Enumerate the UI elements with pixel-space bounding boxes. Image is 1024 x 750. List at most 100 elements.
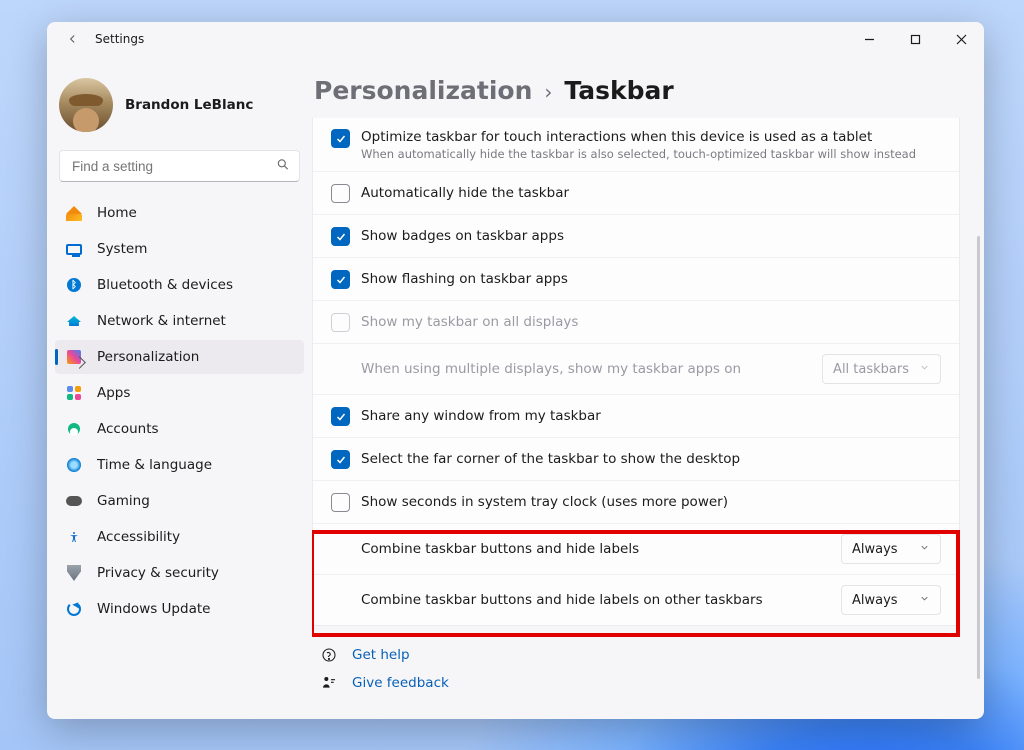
sidebar-item-label: Bluetooth & devices xyxy=(97,277,233,293)
search-input[interactable] xyxy=(59,150,300,182)
dropdown-value: Always xyxy=(852,542,898,557)
feedback-icon xyxy=(320,674,338,692)
privacy-icon xyxy=(65,564,83,582)
sidebar-item-bluetooth[interactable]: ᛒ Bluetooth & devices xyxy=(55,268,304,302)
sidebar-item-time[interactable]: Time & language xyxy=(55,448,304,482)
link-label: Give feedback xyxy=(352,675,449,691)
accessibility-icon xyxy=(65,528,83,546)
system-icon xyxy=(65,240,83,258)
taskbar-behaviors-card: Optimize taskbar for touch interactions … xyxy=(312,117,960,626)
minimize-button[interactable] xyxy=(846,22,892,56)
settings-window: Settings Brandon LeBlanc Home System xyxy=(47,22,984,719)
row-combine-other: Combine taskbar buttons and hide labels … xyxy=(313,575,959,625)
sidebar-item-accessibility[interactable]: Accessibility xyxy=(55,520,304,554)
checkbox-flashing[interactable] xyxy=(331,270,350,289)
sidebar-item-system[interactable]: System xyxy=(55,232,304,266)
footer-links: Get help Give feedback xyxy=(312,630,960,710)
dropdown-multiapps: All taskbars xyxy=(822,354,941,384)
sidebar-item-privacy[interactable]: Privacy & security xyxy=(55,556,304,590)
row-farcorner: Select the far corner of the taskbar to … xyxy=(313,438,959,481)
link-feedback[interactable]: Give feedback xyxy=(320,674,960,692)
sidebar-item-label: Gaming xyxy=(97,493,150,509)
row-autohide: Automatically hide the taskbar xyxy=(313,172,959,215)
sidebar-item-label: Apps xyxy=(97,385,130,401)
sidebar-item-gaming[interactable]: Gaming xyxy=(55,484,304,518)
settings-scroll[interactable]: Optimize taskbar for touch interactions … xyxy=(312,117,960,719)
checkbox-sharewin[interactable] xyxy=(331,407,350,426)
chevron-right-icon: › xyxy=(544,80,552,104)
chevron-down-icon xyxy=(919,593,930,608)
row-label: Optimize taskbar for touch interactions … xyxy=(361,129,872,145)
main-content: Personalization › Taskbar Optimize taskb… xyxy=(312,56,984,719)
sidebar-item-label: Accounts xyxy=(97,421,159,437)
breadcrumb-parent[interactable]: Personalization xyxy=(314,76,532,105)
row-badges: Show badges on taskbar apps xyxy=(313,215,959,258)
row-label: Show flashing on taskbar apps xyxy=(361,271,568,287)
network-icon xyxy=(65,312,83,330)
sidebar: Brandon LeBlanc Home System ᛒ Bluetooth &… xyxy=(47,56,312,719)
checkbox-autohide[interactable] xyxy=(331,184,350,203)
sidebar-item-label: Windows Update xyxy=(97,601,210,617)
link-label: Get help xyxy=(352,647,410,663)
checkbox-badges[interactable] xyxy=(331,227,350,246)
checkbox-optimize-touch[interactable] xyxy=(331,129,350,148)
checkbox-multimon xyxy=(331,313,350,332)
gaming-icon xyxy=(65,492,83,510)
back-button[interactable] xyxy=(61,27,85,51)
avatar xyxy=(59,78,113,132)
row-label: Combine taskbar buttons and hide labels xyxy=(361,541,639,557)
sidebar-item-label: Personalization xyxy=(97,349,199,365)
row-label: Select the far corner of the taskbar to … xyxy=(361,451,740,467)
row-label: Share any window from my taskbar xyxy=(361,408,601,424)
search xyxy=(59,150,300,182)
row-label: Automatically hide the taskbar xyxy=(361,185,569,201)
update-icon xyxy=(65,600,83,618)
search-icon xyxy=(276,157,290,176)
checkbox-farcorner[interactable] xyxy=(331,450,350,469)
apps-icon xyxy=(65,384,83,402)
sidebar-item-label: Home xyxy=(97,205,137,221)
window-controls xyxy=(846,22,984,56)
profile[interactable]: Brandon LeBlanc xyxy=(55,68,304,150)
sidebar-item-home[interactable]: Home xyxy=(55,196,304,230)
dropdown-combine-other[interactable]: Always xyxy=(841,585,941,615)
help-icon xyxy=(320,646,338,664)
personalization-icon xyxy=(65,348,83,366)
row-seconds: Show seconds in system tray clock (uses … xyxy=(313,481,959,524)
sidebar-item-accounts[interactable]: Accounts xyxy=(55,412,304,446)
bluetooth-icon: ᛒ xyxy=(65,276,83,294)
profile-name: Brandon LeBlanc xyxy=(125,97,253,113)
row-sharewin: Share any window from my taskbar xyxy=(313,395,959,438)
row-label: Show seconds in system tray clock (uses … xyxy=(361,494,728,510)
sidebar-item-personalization[interactable]: Personalization xyxy=(55,340,304,374)
sidebar-item-label: Privacy & security xyxy=(97,565,219,581)
scrollbar[interactable] xyxy=(977,236,980,679)
nav: Home System ᛒ Bluetooth & devices Network… xyxy=(55,196,304,626)
sidebar-item-update[interactable]: Windows Update xyxy=(55,592,304,626)
dropdown-combine-primary[interactable]: Always xyxy=(841,534,941,564)
sidebar-item-label: Time & language xyxy=(97,457,212,473)
page-title: Taskbar xyxy=(564,76,673,105)
sidebar-item-label: Network & internet xyxy=(97,313,226,329)
window-title: Settings xyxy=(95,32,144,46)
link-get-help[interactable]: Get help xyxy=(320,646,960,664)
row-optimize-touch: Optimize taskbar for touch interactions … xyxy=(313,117,959,172)
arrow-left-icon xyxy=(66,32,80,46)
titlebar: Settings xyxy=(47,22,984,56)
home-icon xyxy=(65,204,83,222)
breadcrumb: Personalization › Taskbar xyxy=(314,76,960,105)
row-label: When using multiple displays, show my ta… xyxy=(361,361,741,377)
close-button[interactable] xyxy=(938,22,984,56)
sidebar-item-network[interactable]: Network & internet xyxy=(55,304,304,338)
row-flashing: Show flashing on taskbar apps xyxy=(313,258,959,301)
chevron-down-icon xyxy=(919,542,930,557)
sidebar-item-label: System xyxy=(97,241,147,257)
checkbox-seconds[interactable] xyxy=(331,493,350,512)
sidebar-item-apps[interactable]: Apps xyxy=(55,376,304,410)
dropdown-value: All taskbars xyxy=(833,362,909,377)
maximize-button[interactable] xyxy=(892,22,938,56)
sidebar-item-label: Accessibility xyxy=(97,529,180,545)
dropdown-value: Always xyxy=(852,593,898,608)
row-combine-primary: Combine taskbar buttons and hide labels … xyxy=(313,524,959,575)
chevron-down-icon xyxy=(919,362,930,377)
